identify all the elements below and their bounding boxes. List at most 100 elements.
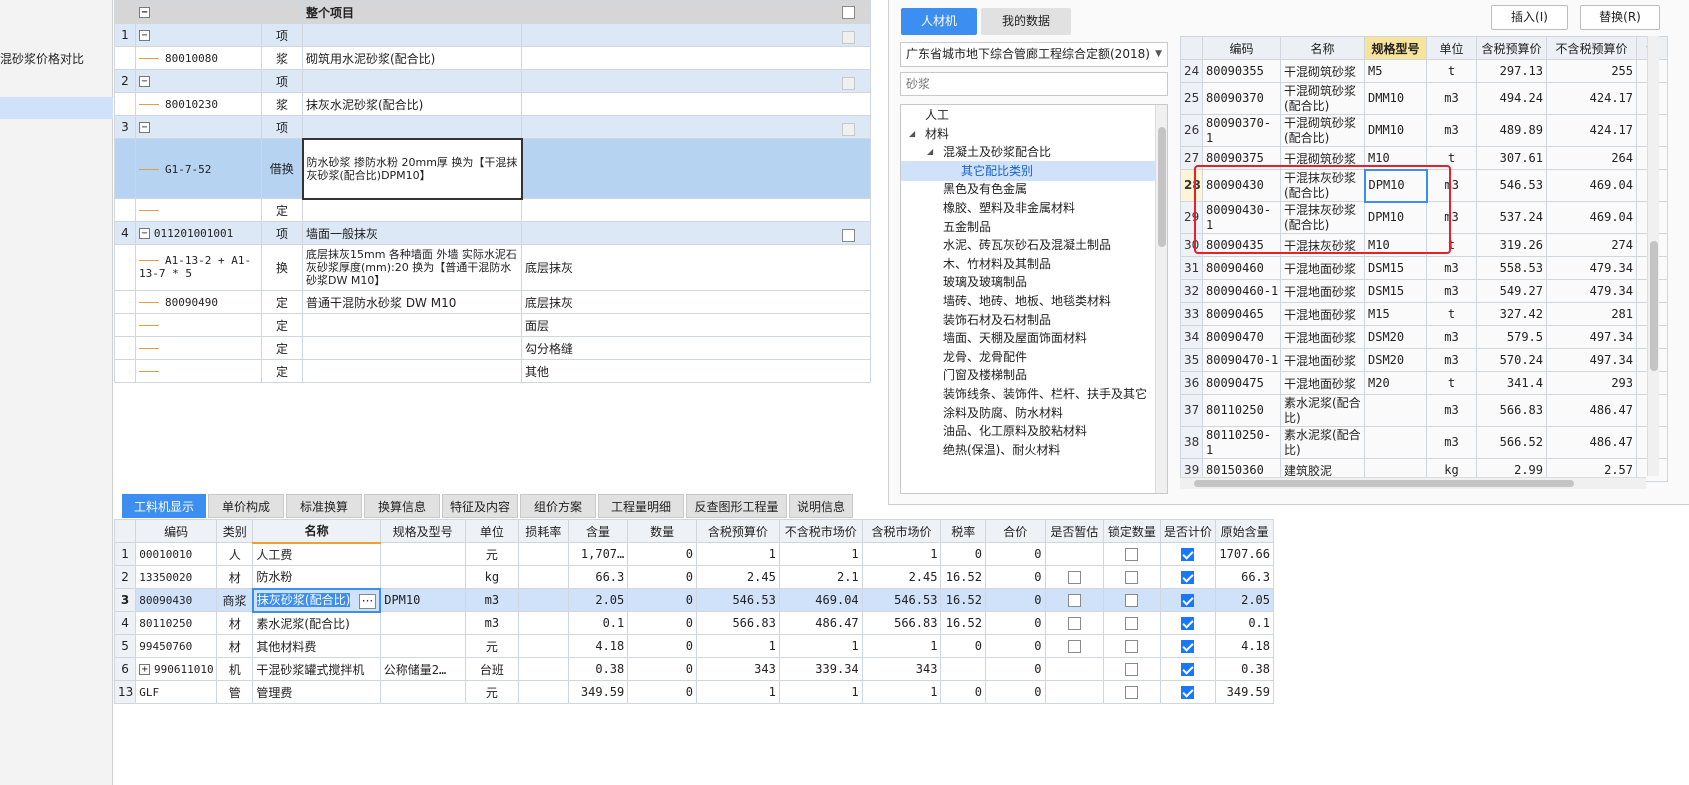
row-spec[interactable]: 底层抹灰 — [521, 290, 871, 314]
row-name[interactable]: 普通干混防水砂浆 DW M10 — [302, 290, 522, 314]
column-header[interactable]: 损耗率 — [518, 519, 569, 543]
material-code[interactable]: 80090355 — [1202, 59, 1281, 83]
tree-node[interactable]: ◢ 混凝土及砂浆配合比 — [901, 142, 1155, 162]
nav-item-price-compare[interactable]: 混砂浆价格对比 — [0, 48, 113, 70]
material-name[interactable]: 干混砌筑砂浆 — [1280, 59, 1365, 83]
row-code-cell[interactable] — [135, 313, 262, 337]
row-name[interactable]: 底层抹灰15mm 各种墙面 外墙 实际水泥石灰砂浆厚度(mm):20 换为【普通… — [302, 244, 522, 291]
row-spec[interactable]: 勾分格缝 — [521, 336, 871, 360]
estimate-checkbox[interactable] — [1067, 571, 1081, 584]
resource-qty[interactable]: 349.59 — [567, 680, 629, 704]
tab-1[interactable]: 单价构成 — [208, 494, 284, 518]
column-header[interactable]: 含量 — [567, 519, 629, 543]
material-code[interactable]: 80090460-1 — [1202, 279, 1281, 303]
lock-qty-checkbox[interactable] — [1125, 571, 1139, 584]
column-header[interactable]: 数量 — [627, 519, 697, 543]
material-spec[interactable]: DMM10 — [1364, 82, 1427, 115]
row-collapse-icon[interactable]: − — [139, 228, 150, 239]
resource-name[interactable]: 抹灰砂浆(配合比) ··· — [251, 587, 382, 613]
material-name[interactable]: 干混抹灰砂浆(配合比) — [1280, 169, 1365, 202]
resource-row[interactable]: 1 00010010 人人工费元 1,707… 0 1 1 1 0 0 1707.66 — [113, 542, 1274, 566]
tree-node[interactable]: 其它配比类别 — [901, 160, 1155, 181]
material-code[interactable]: 80090475 — [1202, 371, 1281, 395]
row-code-cell[interactable] — [135, 198, 262, 222]
quota-row[interactable]: 定 勾分格缝 — [114, 336, 871, 360]
lock-qty-checkbox[interactable] — [1125, 594, 1139, 607]
column-header[interactable]: 含税预算价 — [695, 519, 780, 543]
priced-checkbox[interactable] — [1181, 571, 1195, 584]
estimate-checkbox[interactable] — [1067, 640, 1081, 653]
lock-qty-checkbox[interactable] — [1125, 548, 1139, 561]
material-spec[interactable]: DSM20 — [1364, 325, 1427, 349]
material-name[interactable]: 干混砌筑砂浆(配合比) — [1280, 82, 1365, 115]
estimate-checkbox[interactable] — [1067, 594, 1081, 607]
row-spec[interactable] — [521, 221, 871, 245]
material-code[interactable]: 80110250 — [1202, 394, 1281, 427]
material-spec[interactable] — [1364, 394, 1427, 427]
resource-qty[interactable]: 0.1 — [567, 611, 629, 635]
resource-tax-rate[interactable]: 16.52 — [940, 611, 986, 635]
material-spec[interactable]: DMM10 — [1364, 114, 1427, 147]
quota-row[interactable]: 定 — [114, 198, 871, 222]
column-header[interactable]: 合价 — [984, 519, 1046, 543]
resource-qty[interactable]: 0.38 — [567, 657, 629, 681]
expand-icon[interactable]: + — [139, 664, 151, 675]
row-checkbox[interactable] — [842, 228, 855, 242]
tree-scrollbar[interactable] — [1155, 105, 1167, 493]
resource-spec[interactable] — [379, 680, 466, 704]
resource-amount[interactable]: 0 — [627, 588, 697, 612]
resource-price-tax[interactable]: 1 — [695, 542, 780, 566]
resource-price-tax[interactable]: 2.45 — [695, 565, 780, 589]
resource-row[interactable]: 6 + 990611010 机干混砂浆罐式搅拌机 公称储量2… 台班 0.38 0 343 33… — [113, 657, 1274, 681]
quota-row[interactable]: 80010080 浆砌筑用水泥砂浆(配合比) — [114, 46, 871, 70]
tab-6[interactable]: 工程量明细 — [598, 494, 684, 518]
tab-8[interactable]: 说明信息 — [789, 494, 853, 518]
row-spec[interactable] — [521, 23, 871, 47]
resource-loss[interactable] — [518, 680, 569, 704]
resource-spec[interactable]: DPM10 — [379, 588, 466, 612]
material-spec[interactable]: DPM10 — [1363, 168, 1428, 203]
tab-7[interactable]: 反查图形工程量 — [686, 494, 787, 518]
resource-tax-rate[interactable]: 16.52 — [940, 588, 986, 612]
resource-unit[interactable]: m3 — [464, 588, 520, 612]
row-checkbox[interactable] — [842, 122, 855, 136]
lock-qty-checkbox[interactable] — [1125, 617, 1139, 630]
resource-loss[interactable] — [518, 634, 569, 658]
resource-spec[interactable] — [379, 565, 466, 589]
resource-name[interactable]: 管理费 — [252, 680, 381, 704]
row-name[interactable]: 墙面一般抹灰 — [302, 221, 522, 245]
quota-row[interactable]: 4− 011201001001 项墙面一般抹灰 — [114, 221, 871, 245]
lock-qty-checkbox[interactable] — [1125, 640, 1139, 653]
tree-node[interactable]: 五金制品 — [901, 217, 1155, 237]
column-header[interactable]: 是否暂估 — [1044, 519, 1105, 543]
quota-row[interactable]: 80010230 浆抹灰水泥砂浆(配合比) — [114, 92, 871, 116]
resource-qty[interactable]: 4.18 — [567, 634, 629, 658]
material-row[interactable]: 2480090355干混砌筑砂浆M5t297.132551 — [1180, 59, 1668, 83]
row-spec[interactable]: 底层抹灰 — [521, 244, 871, 291]
resource-qty[interactable]: 66.3 — [567, 565, 629, 589]
row-code-cell[interactable]: 80010080 — [135, 46, 262, 70]
row-code-cell[interactable] — [135, 336, 262, 360]
resource-market-tax[interactable]: 566.83 — [861, 611, 942, 635]
resource-market-tax[interactable]: 2.45 — [861, 565, 942, 589]
material-row[interactable]: 3380090465干混地面砂浆M15t327.422811 — [1180, 302, 1668, 326]
row-spec[interactable]: 其他 — [521, 359, 871, 383]
resource-price-tax[interactable]: 546.53 — [695, 588, 780, 612]
material-spec[interactable]: DPM10 — [1364, 201, 1427, 234]
row-spec[interactable]: 面层 — [521, 313, 871, 337]
material-name[interactable]: 干混地面砂浆 — [1280, 325, 1365, 349]
material-code[interactable]: 80090465 — [1202, 302, 1281, 326]
material-spec[interactable]: DSM20 — [1364, 348, 1427, 372]
more-icon[interactable]: ··· — [358, 594, 377, 609]
resource-market-notax[interactable]: 1 — [778, 680, 863, 704]
tree-node[interactable]: 木、竹材料及其制品 — [901, 254, 1155, 274]
resource-row[interactable]: 4 80110250 材素水泥浆(配合比) m3 0.1 0 566.83 486.47 566… — [113, 611, 1274, 635]
priced-checkbox[interactable] — [1181, 594, 1195, 607]
material-code[interactable]: 80090370-1 — [1202, 114, 1281, 147]
material-name[interactable]: 干混地面砂浆 — [1280, 371, 1365, 395]
resource-price-tax[interactable]: 1 — [695, 680, 780, 704]
tree-node[interactable]: 绝热(保温)、耐火材料 — [901, 440, 1155, 460]
resource-market-tax[interactable]: 1 — [861, 634, 942, 658]
result-column-header[interactable]: 单位 — [1426, 36, 1477, 60]
resource-name[interactable]: 防水粉 — [252, 565, 381, 589]
